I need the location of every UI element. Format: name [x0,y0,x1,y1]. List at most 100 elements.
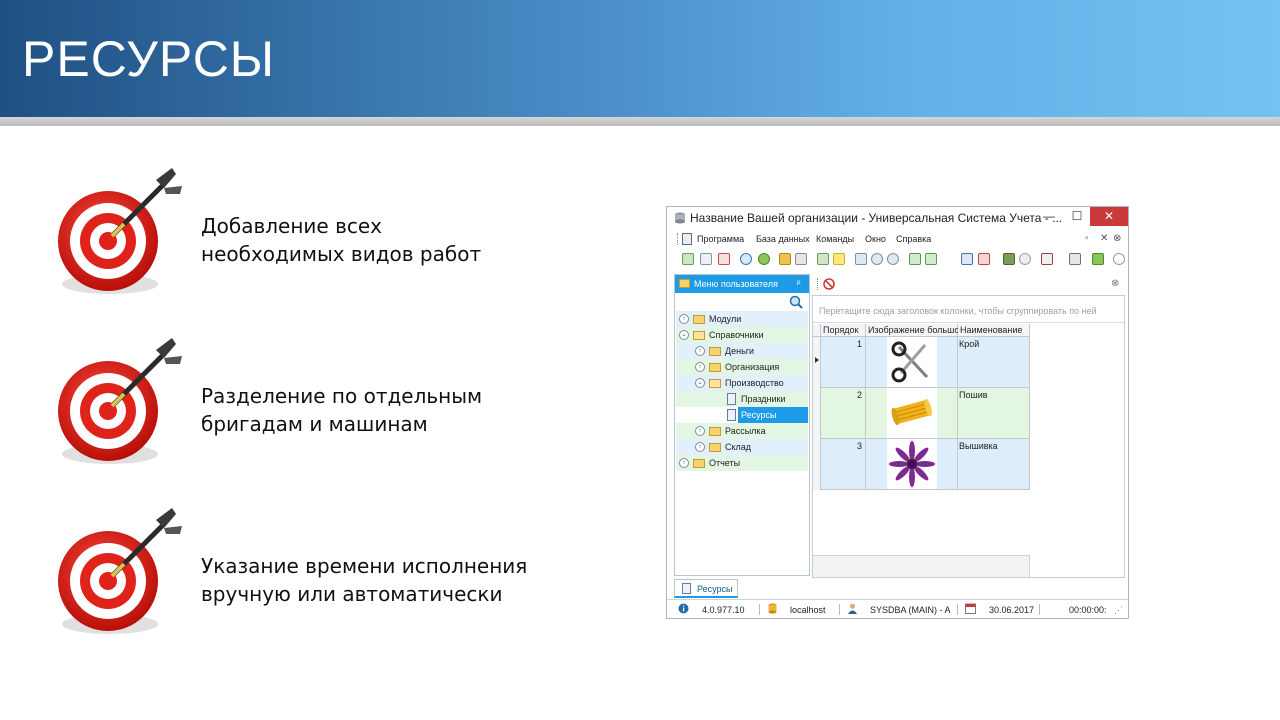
chart-icon[interactable] [1092,253,1104,265]
status-time: 00:00:00: [1069,605,1107,615]
table-row-3-name[interactable]: Вышивка [958,439,1030,490]
resize-grip-icon[interactable]: ⋰ [1114,605,1123,616]
folder-icon [693,459,705,468]
bullet-3-text: Указание времени исполнения вручную или … [201,552,527,608]
tools-icon[interactable] [1069,253,1081,265]
filter-settings-icon[interactable] [795,253,807,265]
maximize-button[interactable]: ☐ [1063,207,1091,226]
horizontal-scrollbar[interactable] [813,555,1030,577]
tree-item-label: Справочники [709,330,764,340]
column-header-name[interactable]: Наименование [958,324,1030,337]
collapse-icon[interactable]: ⌄ [695,378,705,388]
expand-icon[interactable]: › [695,362,705,372]
delete-icon[interactable] [718,253,730,265]
toolbar-chevron-icon[interactable] [1113,253,1125,265]
user-menu-header: Меню пользователя ᵖ [675,275,809,293]
document-icon [727,409,736,421]
mdi-restore-icon[interactable]: ▫ [1085,233,1089,244]
calendar-icon[interactable] [1041,253,1053,265]
status-host: localhost [790,605,826,615]
column-header-order[interactable]: Порядок [821,324,866,337]
filter-icon[interactable] [779,253,791,265]
expand-icon[interactable]: › [695,426,705,436]
target-icon [52,506,192,646]
search-icon[interactable] [740,253,752,265]
mdi-close-icon[interactable]: ✕ [1100,233,1108,244]
tree-item-modules[interactable]: › Модули [676,311,808,327]
row-indicator-column [813,337,821,490]
tree-item-label: Организация [725,362,780,372]
back-icon[interactable] [1019,253,1031,265]
tree-item-organization[interactable]: › Организация [676,359,808,375]
document-icon [727,393,736,405]
expand-icon[interactable]: › [679,458,689,468]
copy-icon[interactable] [700,253,712,265]
tree-item-directories[interactable]: ⌄ Справочники [676,327,808,343]
menu-help[interactable]: Справка [896,234,931,244]
bullet-2-line2: бригадам и машинам [201,412,428,436]
user-icon [848,603,857,614]
tree-item-resources[interactable]: Ресурсы [676,407,808,423]
header-divider [0,117,1280,126]
pin-icon[interactable]: ᵖ [797,278,800,288]
table-row-2-order[interactable]: 2 [821,388,866,439]
tab-resources[interactable]: Ресурсы [674,579,738,598]
window-new-icon[interactable] [961,253,973,265]
menu-program[interactable]: Программа [697,234,744,244]
expand-icon[interactable]: › [695,442,705,452]
move-down-icon[interactable] [871,253,883,265]
grid-toolbar-grip [817,278,819,290]
table-row-1-order[interactable]: 1 [821,337,866,388]
stop-icon[interactable] [823,278,835,290]
table-row-3-order[interactable]: 3 [821,439,866,490]
new-record-icon[interactable] [682,253,694,265]
window-titlebar[interactable]: Название Вашей организации - Универсальн… [667,207,1128,229]
table-row-1-image[interactable] [866,337,958,388]
tree-item-holidays[interactable]: Праздники [676,391,808,407]
table-row-1-name[interactable]: Крой [958,337,1030,388]
search-icon[interactable] [789,295,803,309]
collapse-icon[interactable]: ⌄ [679,330,689,340]
tree-item-production[interactable]: ⌄ Производство [676,375,808,391]
table-row-2-image[interactable] [866,388,958,439]
menu-chevron-icon[interactable]: ⊗ [1113,233,1121,244]
expand-icon[interactable]: › [679,314,689,324]
tree-item-reports[interactable]: › Отчеты [676,455,808,471]
close-button[interactable]: ✕ [1090,207,1128,226]
column-header-image[interactable]: Изображение большое [866,324,964,337]
menu-bar: Программа База данных Команды Окно Справ… [667,231,1128,247]
window-close-icon[interactable] [978,253,990,265]
group-by-panel[interactable]: Перетащите сюда заголовок колонки, чтобы… [813,296,1124,323]
import-icon[interactable] [909,253,921,265]
tree-item-money[interactable]: › Деньги [676,343,808,359]
move-up-icon[interactable] [887,253,899,265]
calendar-icon [965,603,976,614]
column-header-label: Изображение большое [868,325,965,335]
books-icon[interactable] [1003,253,1015,265]
table-row-3-image[interactable] [866,439,958,490]
bullet-1-text: Добавление всех необходимых видов работ [201,212,481,268]
menu-commands[interactable]: Команды [816,234,854,244]
menu-database[interactable]: База данных [756,234,810,244]
menubar-grip [677,233,679,245]
edit-icon[interactable] [817,253,829,265]
menu-window[interactable]: Окно [865,234,886,244]
target-icon [52,336,192,476]
group-by-hint: Перетащите сюда заголовок колонки, чтобы… [819,306,1097,316]
database-icon [675,212,685,224]
document-icon [682,583,691,594]
minimize-button[interactable]: — [1035,207,1063,226]
export-icon[interactable] [855,253,867,265]
slide-header: РЕСУРСЫ [0,0,1280,117]
thread-spool-icon [887,388,937,438]
tree-item-warehouse[interactable]: › Склад [676,439,808,455]
app-window: Название Вашей организации - Универсальн… [666,206,1129,619]
table-row-2-name[interactable]: Пошив [958,388,1030,439]
note-icon[interactable] [833,253,845,265]
refresh-icon[interactable] [758,253,770,265]
tree-item-mailing[interactable]: › Рассылка [676,423,808,439]
user-menu-title: Меню пользователя [694,279,778,289]
expand-icon[interactable]: › [695,346,705,356]
grid-chevron-icon[interactable]: ⊗ [1111,278,1119,289]
excel-icon[interactable] [925,253,937,265]
